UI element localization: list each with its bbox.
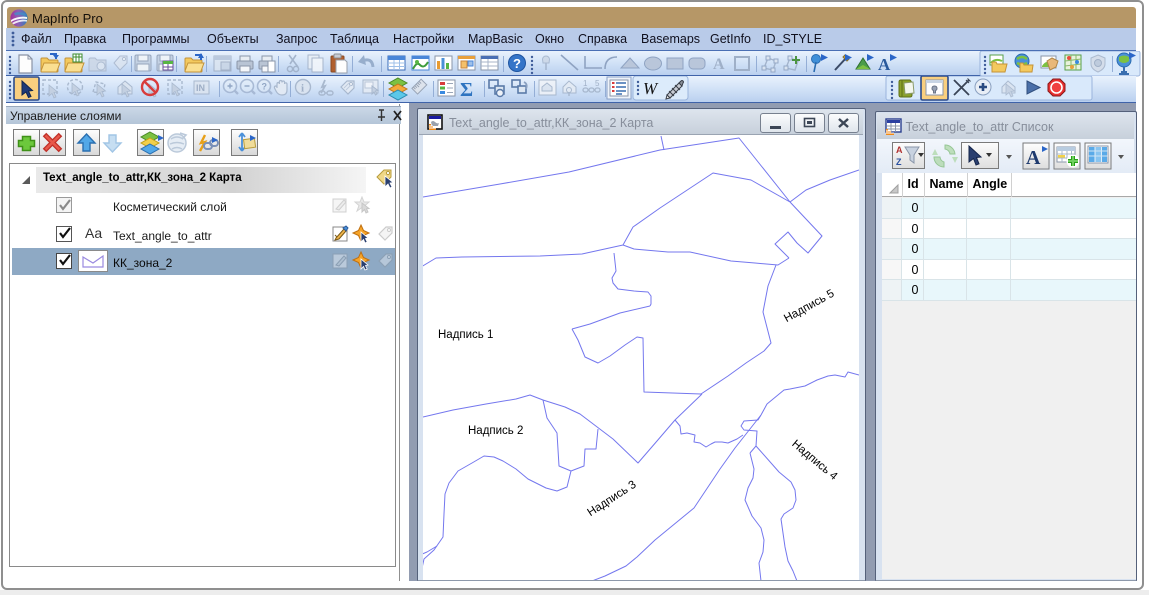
svg-text:A: A [896, 145, 903, 155]
svg-text:?: ? [513, 56, 521, 71]
svg-text:Z: Z [896, 157, 902, 167]
svg-text:Σ: Σ [460, 79, 473, 101]
svg-text:IN: IN [196, 83, 205, 93]
svg-text:W: W [643, 79, 659, 98]
svg-text:1: 1 [583, 79, 588, 88]
svg-text:A: A [878, 55, 891, 74]
svg-text:i: i [301, 83, 304, 95]
svg-text:A: A [713, 56, 725, 73]
svg-text:?: ? [262, 82, 268, 92]
svg-text:5: 5 [595, 79, 600, 88]
svg-text:A: A [1026, 147, 1041, 169]
